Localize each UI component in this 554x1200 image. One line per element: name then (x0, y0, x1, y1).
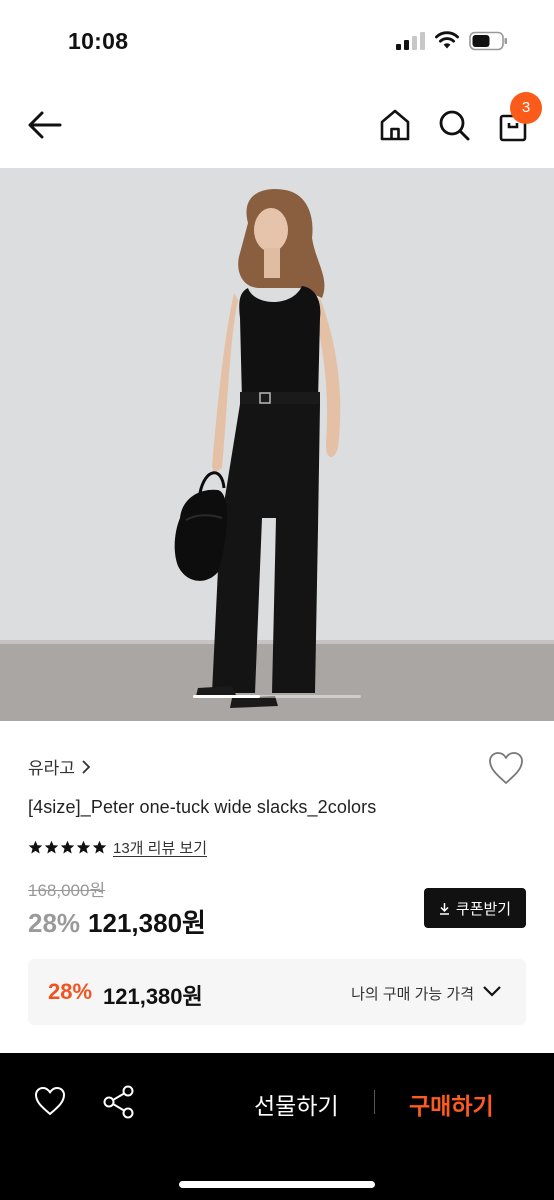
star-icon (92, 840, 107, 853)
product-title: [4size]_Peter one-tuck wide slacks_2colo… (28, 797, 377, 817)
sale-price: 121,380원 (88, 908, 206, 938)
original-price: 168,000원 (28, 881, 106, 900)
download-icon (439, 902, 449, 915)
discount-rate: 28% (28, 908, 81, 938)
home-indicator (179, 1181, 375, 1188)
coupon-download-button[interactable]: 쿠폰받기 (424, 888, 526, 928)
home-icon[interactable] (378, 108, 412, 142)
bottom-action-bar: 선물하기 구매하기 (0, 1053, 554, 1200)
product-photo (0, 168, 554, 721)
top-navigation (0, 84, 554, 168)
battery-icon (469, 31, 507, 51)
product-image-carousel[interactable] (0, 168, 554, 721)
best-discount-rate: 28% (48, 979, 93, 1004)
gift-button[interactable]: 선물하기 (254, 1087, 339, 1121)
wifi-icon (435, 31, 459, 49)
star-rating (28, 840, 107, 855)
status-bar: 10:08 (0, 0, 554, 84)
cellular-signal-icon (396, 32, 425, 50)
brand-name: 유라고 (28, 759, 75, 778)
best-price-label: 나의 구매 가능 가격 (351, 986, 474, 1003)
carousel-progress-indicator (193, 695, 261, 698)
search-icon[interactable] (437, 108, 471, 142)
review-link[interactable]: 13개 리뷰 보기 (113, 837, 207, 858)
best-price-value: 121,380원 (103, 984, 203, 1009)
back-arrow-icon[interactable] (26, 110, 64, 140)
carousel-progress-track (193, 695, 361, 698)
divider (374, 1090, 375, 1114)
star-icon (60, 840, 75, 853)
star-icon (76, 840, 91, 853)
heart-icon[interactable] (33, 1085, 67, 1117)
cart-count-badge: 3 (510, 92, 542, 124)
coupon-button-label: 쿠폰받기 (455, 900, 512, 918)
rating-row: 13개 리뷰 보기 (28, 836, 207, 858)
share-icon[interactable] (102, 1084, 136, 1120)
star-icon (28, 840, 43, 853)
chevron-down-icon (483, 986, 501, 997)
brand-link[interactable]: 유라고 (28, 754, 91, 779)
status-time: 10:08 (68, 28, 129, 54)
star-icon (44, 840, 59, 853)
price-row: 28% 121,380원 (28, 903, 206, 940)
buy-button[interactable]: 구매하기 (409, 1087, 494, 1121)
chevron-right-icon (82, 759, 91, 774)
wishlist-heart-icon[interactable] (487, 750, 525, 786)
my-best-price-toggle[interactable]: 28% 121,380원 나의 구매 가능 가격 (28, 959, 526, 1025)
